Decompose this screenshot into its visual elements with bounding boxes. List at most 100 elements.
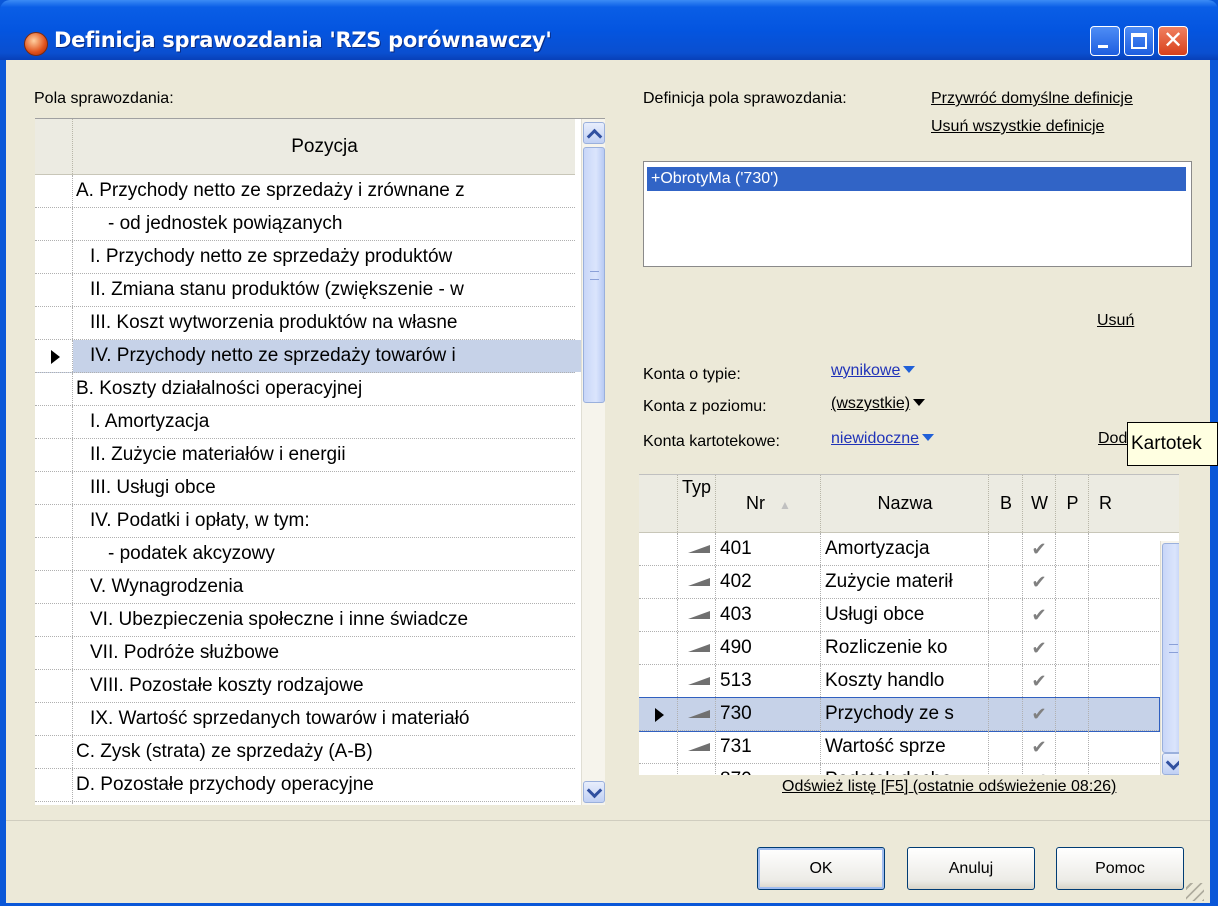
row-indicator[interactable] bbox=[35, 307, 73, 339]
scroll-thumb[interactable] bbox=[583, 147, 605, 403]
report-field-row[interactable]: V. Wynagrodzenia bbox=[35, 571, 575, 604]
row-indicator[interactable] bbox=[35, 373, 73, 405]
account-row[interactable]: 870Podatek docho ✔ bbox=[639, 764, 1159, 775]
row-indicator[interactable] bbox=[35, 241, 73, 273]
row-indicator[interactable] bbox=[35, 505, 73, 537]
row-indicator[interactable] bbox=[35, 406, 73, 438]
flag-b bbox=[988, 731, 1022, 763]
row-indicator[interactable] bbox=[35, 670, 73, 702]
row-indicator[interactable] bbox=[35, 604, 73, 636]
row-indicator[interactable] bbox=[35, 175, 73, 207]
row-indicator[interactable] bbox=[35, 439, 73, 471]
dropdown-arrow-icon bbox=[913, 399, 926, 406]
left-scrollbar[interactable] bbox=[581, 119, 605, 805]
report-field-row[interactable]: IV. Przychody netto ze sprzedaży towarów… bbox=[35, 340, 589, 373]
maximize-button[interactable] bbox=[1124, 26, 1154, 56]
report-field-row[interactable]: III. Koszt wytworzenia produktów na włas… bbox=[35, 307, 575, 340]
definition-list[interactable]: +ObrotyMa ('730') bbox=[643, 161, 1192, 267]
flag-b bbox=[988, 665, 1022, 697]
refresh-list-link[interactable]: Odśwież listę [F5] (ostatnie odświeżenie… bbox=[782, 778, 1116, 796]
minimize-button[interactable] bbox=[1090, 26, 1120, 56]
title-bar[interactable]: Definicja sprawozdania 'RZS porównawczy'… bbox=[0, 0, 1218, 60]
column-header-r[interactable]: R bbox=[1088, 475, 1122, 532]
account-row[interactable]: 490 Rozliczenie ko ✔ bbox=[639, 632, 1159, 665]
row-indicator[interactable] bbox=[35, 736, 73, 768]
scroll-up-icon[interactable] bbox=[583, 122, 605, 144]
row-indicator[interactable] bbox=[35, 769, 73, 801]
restore-defaults-link[interactable]: Przywróć domyślne definicje bbox=[931, 90, 1133, 108]
row-indicator[interactable] bbox=[639, 698, 677, 730]
close-button[interactable]: ✕ bbox=[1158, 26, 1188, 56]
resize-grip-icon[interactable] bbox=[1186, 883, 1204, 901]
column-header-b[interactable]: B bbox=[988, 475, 1023, 532]
account-row[interactable]: 401 Amortyzacja ✔ bbox=[639, 533, 1159, 566]
cancel-button[interactable]: Anuluj bbox=[907, 847, 1035, 890]
row-indicator[interactable] bbox=[35, 340, 73, 372]
report-field-row[interactable]: I. Przychody netto ze sprzedaży produktó… bbox=[35, 241, 575, 274]
account-row[interactable]: 402 Zużycie materił ✔ bbox=[639, 566, 1159, 599]
column-header-w[interactable]: W bbox=[1022, 475, 1056, 532]
report-field-row[interactable]: VII. Podróże służbowe bbox=[35, 637, 575, 670]
row-indicator[interactable] bbox=[35, 208, 73, 240]
minimize-icon bbox=[1098, 45, 1108, 48]
account-row[interactable]: 403 Usługi obce ✔ bbox=[639, 599, 1159, 632]
row-indicator[interactable] bbox=[35, 472, 73, 504]
report-field-row[interactable]: II. Zużycie materiałów i energii bbox=[35, 439, 575, 472]
maximize-icon bbox=[1131, 33, 1147, 49]
report-field-row[interactable]: - podatek akcyzowy bbox=[35, 538, 575, 571]
report-field-label: II. Zmiana stanu produktów (zwiększenie … bbox=[90, 279, 464, 300]
column-header-nr[interactable]: Nr ▲ bbox=[715, 475, 821, 532]
row-indicator[interactable] bbox=[639, 599, 677, 631]
report-field-row[interactable]: IV. Podatki i opłaty, w tym: bbox=[35, 505, 575, 538]
report-field-row[interactable]: VIII. Pozostałe koszty rodzajowe bbox=[35, 670, 575, 703]
report-field-row[interactable]: VI. Ubezpieczenia społeczne i inne świad… bbox=[35, 604, 575, 637]
report-field-row[interactable]: - od jednostek powiązanych bbox=[35, 208, 575, 241]
row-indicator[interactable] bbox=[639, 566, 677, 598]
accounts-scrollbar[interactable] bbox=[1160, 541, 1179, 775]
report-field-row[interactable]: I. Amortyzacja bbox=[35, 406, 575, 439]
account-type-dropdown[interactable]: wynikowe bbox=[831, 362, 916, 380]
report-field-row[interactable]: IX. Wartość sprzedanych towarów i materi… bbox=[35, 703, 575, 736]
report-field-row[interactable]: C. Zysk (strata) ze sprzedaży (A-B) bbox=[35, 736, 575, 769]
level-dropdown[interactable]: (wszystkie) bbox=[831, 395, 926, 413]
report-field-label: B. Koszty działalności operacyjnej bbox=[76, 378, 363, 399]
scroll-down-icon[interactable] bbox=[583, 781, 605, 803]
row-indicator[interactable] bbox=[639, 533, 677, 565]
row-indicator[interactable] bbox=[35, 637, 73, 669]
account-row[interactable]: 731 Wartość sprze ✔ bbox=[639, 731, 1159, 764]
account-name: Podatek docho bbox=[820, 764, 988, 775]
scroll-down-icon[interactable] bbox=[1162, 753, 1179, 775]
account-row[interactable]: 513 Koszty handlo ✔ bbox=[639, 665, 1159, 698]
row-indicator[interactable] bbox=[639, 731, 677, 763]
report-field-row[interactable]: B. Koszty działalności operacyjnej bbox=[35, 373, 575, 406]
remove-all-link[interactable]: Usuń wszystkie definicje bbox=[931, 118, 1104, 136]
scroll-thumb[interactable] bbox=[1162, 543, 1179, 753]
row-indicator[interactable] bbox=[35, 274, 73, 306]
accounts-grid: Typ Nr ▲ Nazwa B W P R 401 Amortyzacja ✔ 402… bbox=[639, 474, 1179, 775]
report-field-row[interactable]: III. Usługi obce bbox=[35, 472, 575, 505]
row-indicator[interactable] bbox=[35, 703, 73, 735]
help-button[interactable]: Pomoc bbox=[1056, 847, 1184, 890]
ledger-accounts-dropdown[interactable]: niewidoczne bbox=[831, 430, 935, 448]
remove-link[interactable]: Usuń bbox=[1097, 312, 1134, 330]
account-row[interactable]: 730 Przychody ze s ✔ bbox=[639, 697, 1160, 732]
row-indicator[interactable] bbox=[639, 764, 677, 775]
report-field-label: IV. Podatki i opłaty, w tym: bbox=[90, 510, 310, 531]
row-indicator[interactable] bbox=[35, 571, 73, 603]
column-header-p[interactable]: P bbox=[1055, 475, 1089, 532]
column-header-name[interactable]: Nazwa bbox=[820, 475, 989, 532]
report-field-row[interactable]: I. Zysk z tytułu rozchodu niefinansowych… bbox=[35, 802, 575, 805]
report-field-row[interactable]: D. Pozostałe przychody operacyjne bbox=[35, 769, 575, 802]
definition-item[interactable]: +ObrotyMa ('730') bbox=[647, 167, 1186, 191]
row-indicator[interactable] bbox=[639, 632, 677, 664]
report-field-row[interactable]: A. Przychody netto ze sprzedaży i zrówna… bbox=[35, 175, 575, 208]
column-header-type[interactable]: Typ bbox=[677, 475, 715, 532]
report-field-row[interactable]: II. Zmiana stanu produktów (zwiększenie … bbox=[35, 274, 575, 307]
row-indicator[interactable] bbox=[35, 538, 73, 570]
ok-button[interactable]: OK bbox=[757, 847, 885, 890]
row-indicator[interactable] bbox=[639, 665, 677, 697]
column-header-position[interactable]: Pozycja bbox=[72, 119, 576, 174]
row-indicator[interactable] bbox=[35, 802, 73, 805]
flag-b bbox=[988, 533, 1022, 565]
flag-r bbox=[1088, 764, 1121, 775]
